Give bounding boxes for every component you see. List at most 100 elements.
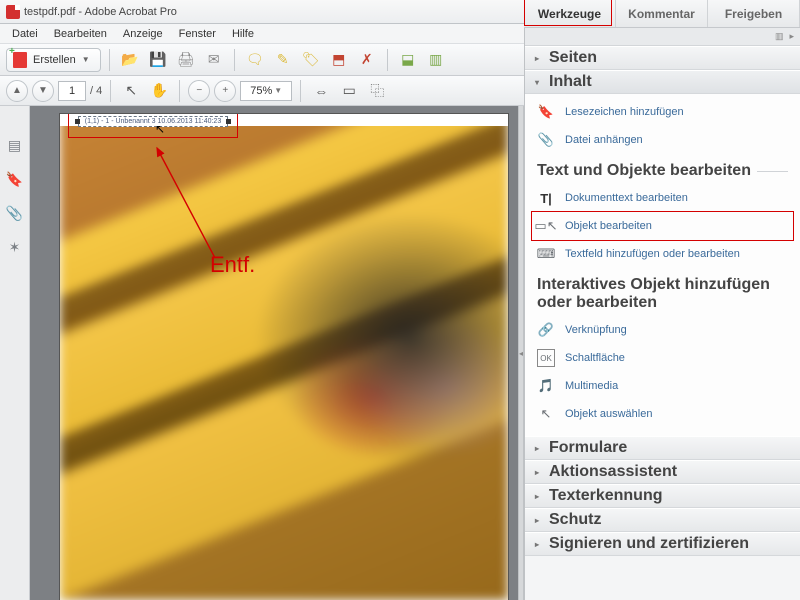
separator [109, 49, 110, 71]
item-edit-doc-text[interactable]: T| Dokumenttext bearbeiten [525, 184, 800, 212]
highlight-icon[interactable]: ✎ [271, 48, 295, 72]
item-label: Lesezeichen hinzufügen [565, 106, 684, 118]
page-down-button[interactable]: ▼ [32, 80, 54, 102]
item-label: Schaltfläche [565, 352, 625, 364]
mail-icon[interactable]: ✉ [202, 48, 226, 72]
separator [300, 80, 301, 102]
item-attach-file[interactable]: 📎Datei anhängen [525, 126, 800, 154]
signatures-panel-icon[interactable]: ✶ [6, 238, 24, 256]
panel-menu-icon[interactable]: ▥ [775, 31, 784, 42]
typewriter-icon: ⌨ [537, 245, 555, 263]
link-icon: 🔗 [537, 321, 555, 339]
open-icon[interactable]: 📂 [118, 48, 142, 72]
menu-help[interactable]: Hilfe [224, 26, 262, 42]
pages-panel-icon[interactable]: ▤ [6, 136, 24, 154]
tab-comment[interactable]: Kommentar [616, 0, 708, 27]
acrobat-icon [6, 5, 20, 19]
item-add-bookmark[interactable]: 🔖Lesezeichen hinzufügen [525, 98, 800, 126]
tools-panel: ▥ ▸ ▸ Seiten ▾ Inhalt 🔖Lesezeichen hinzufü… [524, 28, 800, 600]
item-label: Textfeld hinzufügen oder bearbeiten [565, 248, 740, 260]
create-button[interactable]: Erstellen ▼ [6, 48, 101, 72]
page-total: / 4 [90, 85, 102, 97]
item-edit-object[interactable]: ▭↖ Objekt bearbeiten [525, 212, 800, 240]
section-content[interactable]: ▾ Inhalt [525, 70, 800, 94]
cursor-icon: ↖ [155, 122, 165, 136]
menu-view[interactable]: Anzeige [115, 26, 171, 42]
tab-share[interactable]: Freigeben [708, 0, 800, 27]
section-pages-label: Seiten [549, 49, 597, 67]
item-label: Multimedia [565, 380, 618, 392]
multimedia-icon: 🎵 [537, 377, 555, 395]
chevron-right-icon: ▸ [535, 540, 543, 549]
reflow-icon[interactable]: ⿻ [365, 79, 389, 103]
subheading-interactive: Interaktives Objekt hinzufügen oder bear… [525, 268, 800, 316]
annotation-highlight-header [68, 114, 238, 138]
menu-window[interactable]: Fenster [171, 26, 224, 42]
sign-icon[interactable]: ✗ [355, 48, 379, 72]
zoom-input[interactable]: 75%▼ [240, 81, 292, 101]
extra2-icon[interactable]: ▥ [424, 48, 448, 72]
hand-tool-icon[interactable]: ✋ [147, 79, 171, 103]
object-cursor-icon: ▭↖ [537, 217, 555, 235]
zoom-in-button[interactable]: + [214, 80, 236, 102]
chevron-right-icon: ▸ [535, 492, 543, 501]
print-icon[interactable]: 🖨 [174, 48, 198, 72]
separator [179, 80, 180, 102]
chevron-down-icon: ▾ [535, 78, 543, 87]
panel-collapse-icon[interactable]: ▸ [789, 31, 794, 42]
text-icon: T| [537, 189, 555, 207]
section-pages[interactable]: ▸ Seiten [525, 46, 800, 70]
subheading-text-objects: Text und Objekte bearbeiten [525, 154, 800, 184]
item-button[interactable]: OKSchaltfläche [525, 344, 800, 372]
tab-tools[interactable]: Werkzeuge [524, 0, 616, 27]
item-label: Dokumenttext bearbeiten [565, 192, 688, 204]
section-forms[interactable]: ▸Formulare [525, 436, 800, 460]
divider [757, 171, 788, 172]
chevron-down-icon: ▼ [82, 55, 90, 64]
item-label: Objekt bearbeiten [565, 220, 652, 232]
right-tabs: Werkzeuge Kommentar Freigeben [524, 0, 800, 28]
select-tool-icon[interactable]: ↖ [119, 79, 143, 103]
attach-icon[interactable]: ⬒ [327, 48, 351, 72]
stamp-icon[interactable]: 🏷 [299, 48, 323, 72]
chevron-right-icon: ▸ [535, 444, 543, 453]
separator [387, 49, 388, 71]
page-number-input[interactable]: 1 [58, 81, 86, 101]
separator [234, 49, 235, 71]
item-select-object[interactable]: ↖Objekt auswählen [525, 400, 800, 428]
page-image [60, 114, 508, 600]
section-label: Texterkennung [549, 487, 663, 505]
chevron-right-icon: ▸ [535, 54, 543, 63]
fit-page-icon[interactable]: ▭ [337, 79, 361, 103]
item-link[interactable]: 🔗 Verknüpfung [525, 316, 800, 344]
section-action-wizard[interactable]: ▸Aktionsassistent [525, 460, 800, 484]
zoom-value: 75% [250, 82, 272, 100]
sticky-note-icon[interactable]: 🗨 [243, 48, 267, 72]
menu-edit[interactable]: Bearbeiten [46, 26, 115, 42]
subhead-label: Interaktives Objekt hinzufügen oder bear… [537, 276, 788, 312]
chevron-right-icon: ▸ [535, 516, 543, 525]
bookmarks-panel-icon[interactable]: 🔖 [6, 170, 24, 188]
attachments-panel-icon[interactable]: 📎 [6, 204, 24, 222]
section-protection[interactable]: ▸ Schutz [525, 508, 800, 532]
section-label: Signieren und zertifizieren [549, 535, 749, 553]
pdf-page: (1,1) - 1 - Unbenannt 3 10.06.2013 11:40… [60, 114, 508, 600]
section-content-label: Inhalt [549, 73, 592, 91]
section-sign[interactable]: ▸ Signieren und zertifizieren [525, 532, 800, 556]
item-edit-textfield[interactable]: ⌨ Textfeld hinzufügen oder bearbeiten [525, 240, 800, 268]
subhead-label: Text und Objekte bearbeiten [537, 162, 751, 180]
create-pdf-icon [13, 52, 27, 68]
menu-file[interactable]: Datei [4, 26, 46, 42]
item-multimedia[interactable]: 🎵 Multimedia [525, 372, 800, 400]
fit-width-icon[interactable]: ⇔ [309, 79, 333, 103]
zoom-out-button[interactable]: − [188, 80, 210, 102]
page-up-button[interactable]: ▲ [6, 80, 28, 102]
save-icon[interactable]: 💾 [146, 48, 170, 72]
document-viewport[interactable]: (1,1) - 1 - Unbenannt 3 10.06.2013 11:40… [30, 106, 518, 600]
left-nav-rail: ▤ 🔖 📎 ✶ [0, 106, 30, 600]
extra1-icon[interactable]: ⬓ [396, 48, 420, 72]
panel-toolbar: ▥ ▸ [525, 28, 800, 46]
section-label: Schutz [549, 511, 601, 529]
section-ocr[interactable]: ▸ Texterkennung [525, 484, 800, 508]
item-label: Verknüpfung [565, 324, 627, 336]
